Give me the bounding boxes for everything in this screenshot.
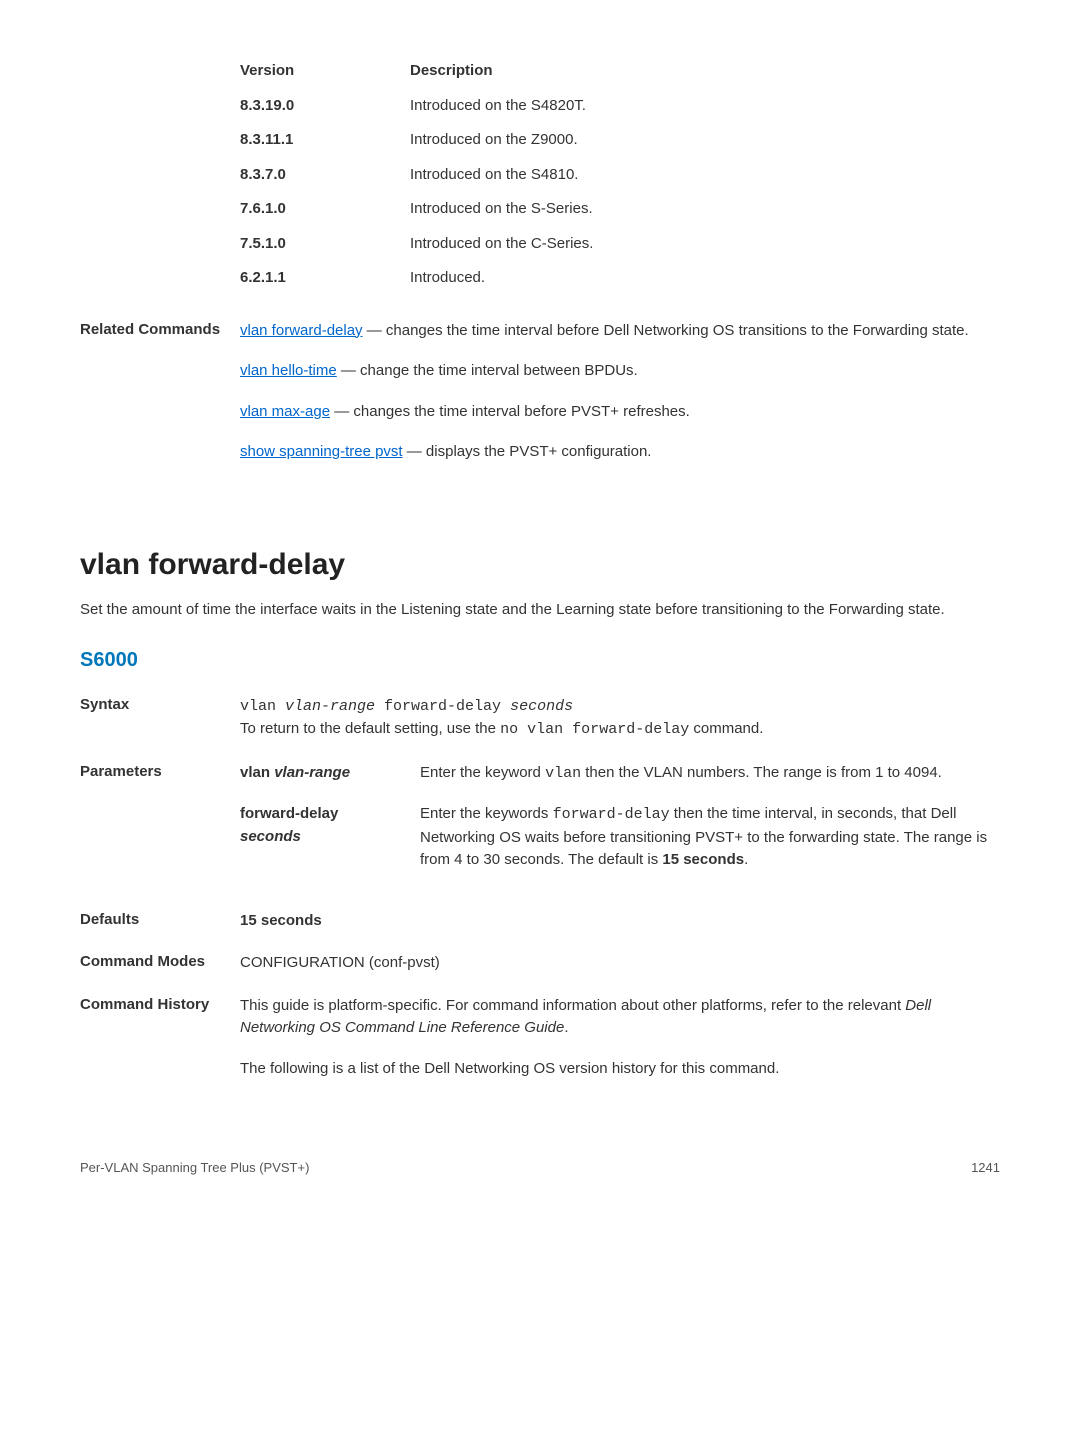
description-cell: Introduced on the S4820T. — [410, 95, 1000, 118]
syntax-return-text: command. — [689, 720, 763, 737]
command-history-content: This guide is platform-specific. For com… — [240, 995, 1000, 1099]
parameters-section: Parameters vlan vlan-range Enter the key… — [80, 762, 1000, 890]
vlan-max-age-link[interactable]: vlan max-age — [240, 403, 330, 420]
footer-left: Per-VLAN Spanning Tree Plus (PVST+) — [80, 1158, 309, 1178]
description-header: Description — [410, 60, 1000, 83]
param-desc-text: Enter the keywords — [420, 805, 553, 822]
page-title: vlan forward-delay — [80, 542, 1000, 587]
parameter-row: vlan vlan-range Enter the keyword vlan t… — [240, 762, 1000, 786]
platform-heading: S6000 — [80, 645, 1000, 675]
parameters-table: vlan vlan-range Enter the keyword vlan t… — [240, 762, 1000, 890]
vlan-forward-delay-link[interactable]: vlan forward-delay — [240, 322, 363, 339]
syntax-return-text: To return to the default setting, use th… — [240, 720, 500, 737]
parameter-name: forward-delay seconds — [240, 803, 420, 872]
table-header-row: Version Description — [240, 60, 1000, 83]
description-cell: Introduced on the S4810. — [410, 164, 1000, 187]
defaults-value: 15 seconds — [240, 910, 1000, 933]
parameter-name: vlan vlan-range — [240, 762, 420, 786]
command-history-text: . — [564, 1019, 568, 1036]
description-cell: Introduced on the S-Series. — [410, 198, 1000, 221]
table-row: 8.3.19.0 Introduced on the S4820T. — [240, 95, 1000, 118]
syntax-arg: vlan-range — [285, 698, 375, 715]
version-cell: 8.3.7.0 — [240, 164, 410, 187]
parameter-description: Enter the keyword vlan then the VLAN num… — [420, 762, 1000, 786]
command-modes-value: CONFIGURATION (conf-pvst) — [240, 952, 1000, 975]
parameter-row: forward-delay seconds Enter the keywords… — [240, 803, 1000, 872]
param-desc-text: . — [744, 851, 748, 868]
table-row: 6.2.1.1 Introduced. — [240, 267, 1000, 290]
param-name-prefix: vlan — [240, 764, 274, 781]
table-row: 7.6.1.0 Introduced on the S-Series. — [240, 198, 1000, 221]
intro-paragraph: Set the amount of time the interface wai… — [80, 599, 1000, 620]
command-history-label: Command History — [80, 995, 240, 1099]
version-cell: 8.3.11.1 — [240, 129, 410, 152]
syntax-code: vlan — [240, 698, 285, 715]
version-history-table: Version Description 8.3.19.0 Introduced … — [240, 60, 1000, 290]
table-row: 8.3.7.0 Introduced on the S4810. — [240, 164, 1000, 187]
command-history-text: This guide is platform-specific. For com… — [240, 997, 905, 1014]
command-history-section: Command History This guide is platform-s… — [80, 995, 1000, 1099]
param-name-arg: vlan-range — [274, 764, 350, 781]
param-desc-code: forward-delay — [553, 806, 670, 823]
description-cell: Introduced on the C-Series. — [410, 233, 1000, 256]
command-modes-label: Command Modes — [80, 952, 240, 975]
syntax-label: Syntax — [80, 695, 240, 742]
version-cell: 6.2.1.1 — [240, 267, 410, 290]
table-row: 8.3.11.1 Introduced on the Z9000. — [240, 129, 1000, 152]
param-desc-bold: 15 seconds — [662, 851, 744, 868]
page-footer: Per-VLAN Spanning Tree Plus (PVST+) 1241 — [80, 1158, 1000, 1178]
version-cell: 7.6.1.0 — [240, 198, 410, 221]
syntax-return-line: To return to the default setting, use th… — [240, 718, 1000, 742]
defaults-section: Defaults 15 seconds — [80, 910, 1000, 933]
syntax-code-line: vlan vlan-range forward-delay seconds — [240, 695, 1000, 719]
related-commands-content: vlan forward-delay — changes the time in… — [240, 320, 1000, 482]
command-modes-section: Command Modes CONFIGURATION (conf-pvst) — [80, 952, 1000, 975]
version-cell: 7.5.1.0 — [240, 233, 410, 256]
parameter-description: Enter the keywords forward-delay then th… — [420, 803, 1000, 872]
related-item-text: — changes the time interval before PVST+… — [330, 403, 690, 420]
command-history-p1: This guide is platform-specific. For com… — [240, 995, 1000, 1040]
param-desc-code: vlan — [545, 765, 581, 782]
param-desc-text: Enter the keyword — [420, 764, 545, 781]
related-item-text: — displays the PVST+ configuration. — [403, 443, 652, 460]
syntax-content: vlan vlan-range forward-delay seconds To… — [240, 695, 1000, 742]
table-row: 7.5.1.0 Introduced on the C-Series. — [240, 233, 1000, 256]
version-cell: 8.3.19.0 — [240, 95, 410, 118]
related-commands-section: Related Commands vlan forward-delay — ch… — [80, 320, 1000, 482]
show-spanning-tree-pvst-link[interactable]: show spanning-tree pvst — [240, 443, 403, 460]
syntax-return-code: no vlan forward-delay — [500, 721, 689, 738]
related-item: vlan hello-time — change the time interv… — [240, 360, 1000, 383]
related-item: show spanning-tree pvst — displays the P… — [240, 441, 1000, 464]
defaults-label: Defaults — [80, 910, 240, 933]
param-name-prefix: forward-delay — [240, 805, 338, 822]
parameters-label: Parameters — [80, 762, 240, 890]
description-cell: Introduced on the Z9000. — [410, 129, 1000, 152]
syntax-section: Syntax vlan vlan-range forward-delay sec… — [80, 695, 1000, 742]
related-item-text: — changes the time interval before Dell … — [363, 322, 969, 339]
param-desc-text: then the VLAN numbers. The range is from… — [581, 764, 942, 781]
command-history-p2: The following is a list of the Dell Netw… — [240, 1058, 1000, 1081]
related-item: vlan max-age — changes the time interval… — [240, 401, 1000, 424]
related-commands-label: Related Commands — [80, 320, 240, 482]
description-cell: Introduced. — [410, 267, 1000, 290]
related-item-text: — change the time interval between BPDUs… — [337, 362, 638, 379]
vlan-hello-time-link[interactable]: vlan hello-time — [240, 362, 337, 379]
related-item: vlan forward-delay — changes the time in… — [240, 320, 1000, 343]
syntax-arg: seconds — [510, 698, 573, 715]
version-header: Version — [240, 60, 410, 83]
param-name-arg: seconds — [240, 828, 301, 845]
syntax-code: forward-delay — [375, 698, 510, 715]
footer-page-number: 1241 — [971, 1158, 1000, 1178]
